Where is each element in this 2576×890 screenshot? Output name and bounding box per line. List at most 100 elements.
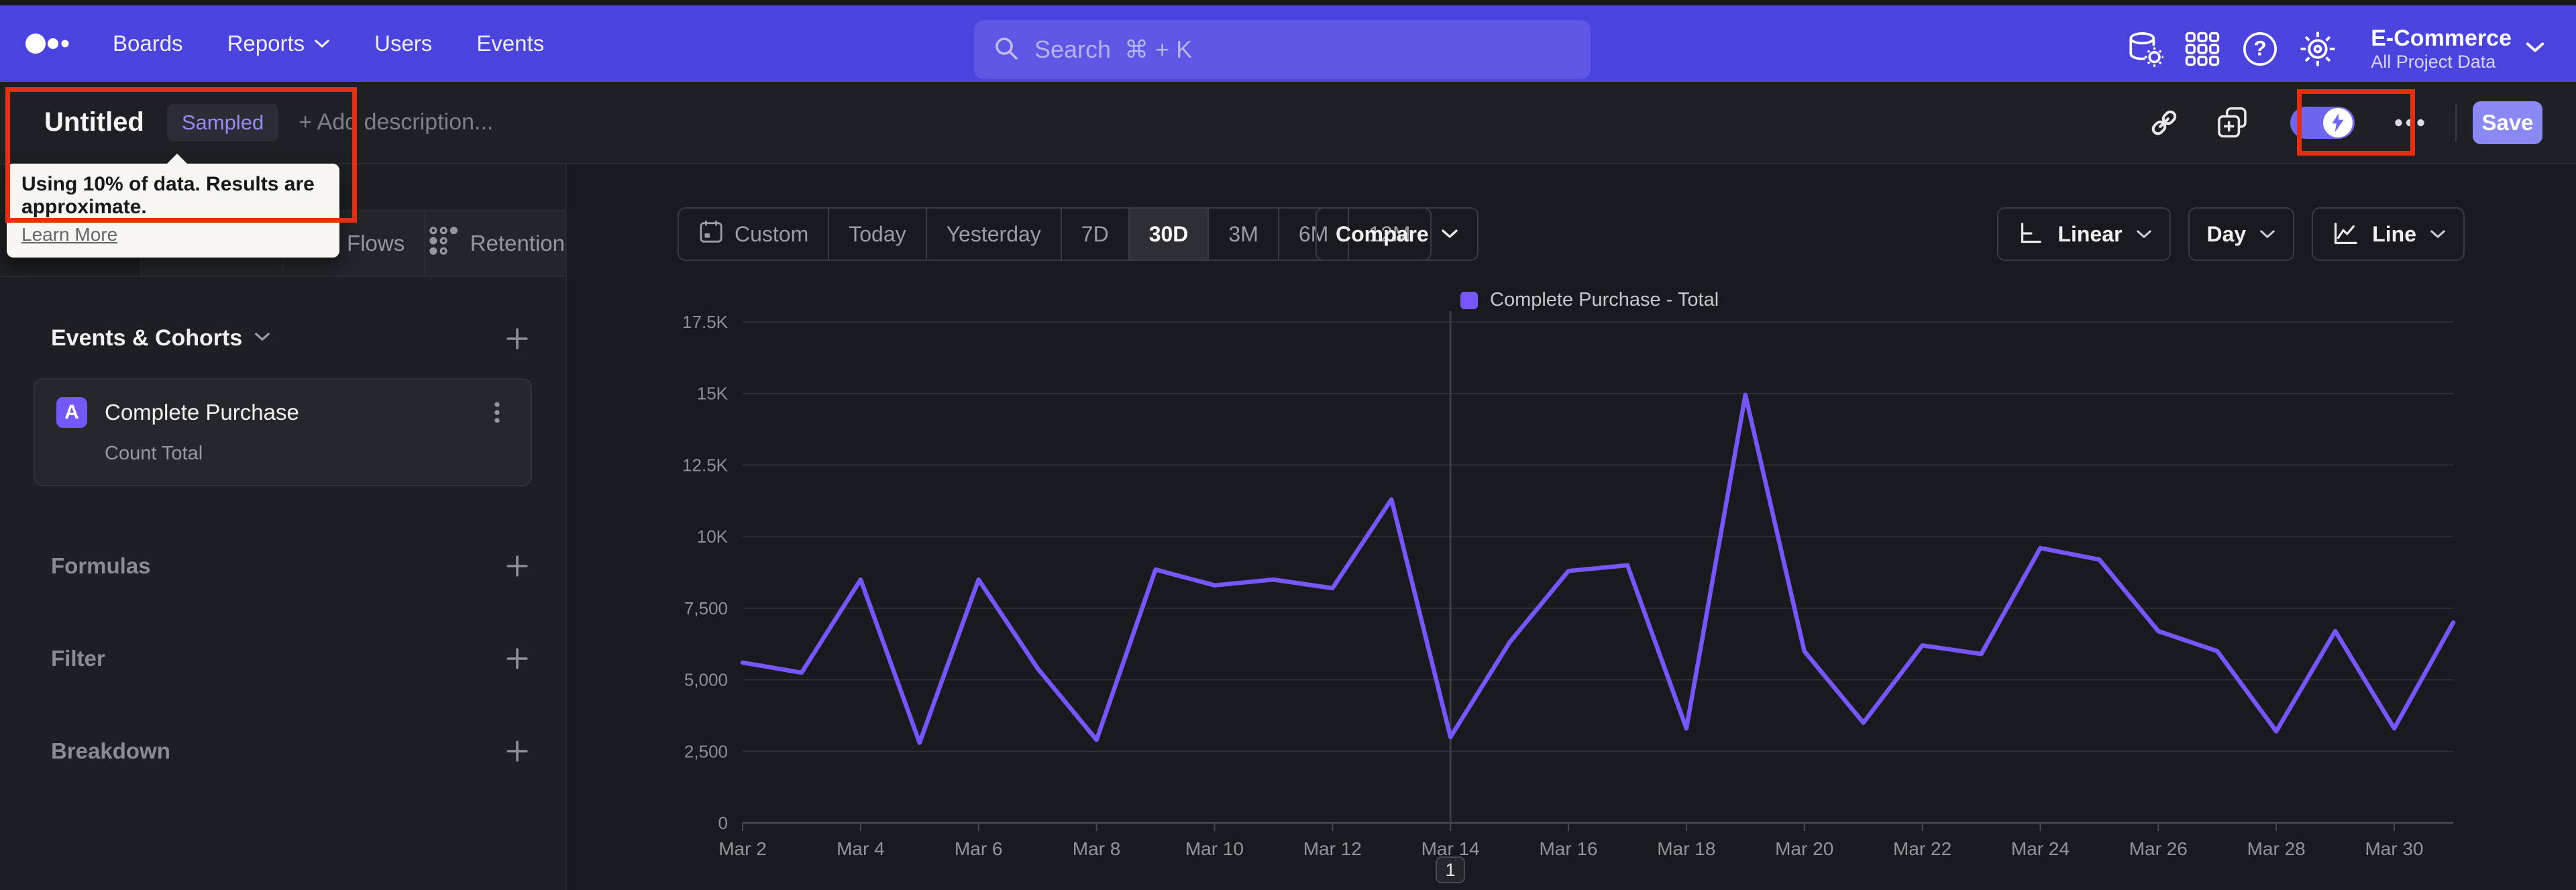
y-axis-label: 0	[718, 813, 728, 833]
chevron-down-icon[interactable]	[254, 332, 270, 345]
range-label: 3M	[1228, 221, 1258, 246]
more-options-icon[interactable]	[2392, 105, 2427, 140]
x-axis-label: Mar 8	[1073, 838, 1121, 859]
range-button-custom[interactable]: Custom	[679, 209, 828, 260]
event-name[interactable]: Complete Purchase	[105, 400, 299, 425]
chevron-down-icon	[2430, 229, 2445, 238]
svg-text:?: ?	[2254, 36, 2267, 60]
event-card[interactable]: A Complete Purchase Count Total	[34, 378, 532, 486]
section-filter: Filter	[51, 646, 529, 671]
query-builder-sidebar: InsightsFunnelsFlowsRetention Events & C…	[0, 164, 567, 890]
title-bar-actions: Save	[2147, 82, 2542, 163]
chevron-down-icon	[1442, 229, 1458, 238]
query-builder-content: Events & Cohorts A Complete Purchase Cou…	[0, 277, 566, 764]
data-series-line[interactable]	[740, 392, 2456, 745]
calendar-icon	[698, 219, 724, 249]
nav-item-users[interactable]: Users	[374, 31, 432, 56]
save-button[interactable]: Save	[2473, 101, 2542, 144]
compare-label: Compare	[1336, 221, 1429, 246]
search-icon	[991, 34, 1021, 66]
sampling-toggle[interactable]	[2290, 106, 2355, 139]
event-metric[interactable]: Count Total	[105, 443, 511, 465]
nav-item-reports[interactable]: Reports	[227, 31, 331, 56]
add-description-button[interactable]: + Add description...	[299, 109, 493, 135]
scale-dropdown[interactable]: Linear	[1997, 207, 2171, 261]
y-axis-label: 2,500	[684, 741, 728, 761]
line-chart[interactable]: 0 2,500 5,000 7,500 10K 12.5K 15K 17.5K Mar 2 Mar…	[672, 295, 2497, 885]
events-cohorts-label[interactable]: Events & Cohorts	[51, 325, 242, 351]
kebab-menu-icon[interactable]	[484, 398, 511, 427]
x-axis-label: Mar 10	[1185, 838, 1244, 859]
settings-gear-icon[interactable]	[2289, 30, 2347, 68]
chart-panel: Custom Today Yesterday 7D 30D 3M 6M 12M Compare…	[568, 164, 2576, 890]
section-label: Formulas	[51, 553, 151, 578]
x-axis-label: Mar 18	[1657, 838, 1715, 859]
sampled-badge[interactable]: Sampled	[166, 103, 279, 142]
retention-icon	[426, 224, 458, 263]
lightning-icon	[2323, 107, 2353, 137]
add-to-board-icon[interactable]	[2215, 105, 2250, 140]
chevron-down-icon	[2136, 229, 2151, 238]
mixpanel-logo-icon[interactable]	[24, 30, 71, 58]
range-button-7d[interactable]: 7D	[1060, 209, 1128, 260]
range-label: Yesterday	[946, 221, 1041, 246]
x-axis-label: Mar 12	[1303, 838, 1362, 859]
top-navigation-bar: BoardsReportsUsersEvents ? E-Commerce A	[0, 5, 2576, 82]
nav-item-events[interactable]: Events	[476, 31, 544, 56]
x-axis-label: Mar 30	[2365, 838, 2423, 859]
interval-dropdown[interactable]: Day	[2188, 207, 2295, 261]
help-icon[interactable]: ?	[2231, 30, 2289, 68]
chart-annotation-marker[interactable]: 1	[1436, 856, 1466, 883]
chart-type-dropdown[interactable]: Line	[2312, 207, 2465, 261]
y-axis-label: 7,500	[684, 598, 728, 618]
chart-view-controls: Linear Day Line	[1997, 207, 2465, 261]
range-button-yesterday[interactable]: Yesterday	[925, 209, 1061, 260]
project-name: E-Commerce	[2371, 25, 2512, 51]
interval-label: Day	[2206, 221, 2247, 246]
sampling-tooltip: Using 10% of data. Results are approxima…	[7, 154, 339, 258]
nav-menu: Boards Reports Users Events	[113, 31, 544, 56]
line-chart-icon	[2334, 223, 2358, 244]
x-axis-label: Mar 28	[2247, 838, 2306, 859]
nav-right-cluster: ? E-Commerce All Project Data	[2116, 11, 2545, 87]
data-settings-icon[interactable]	[2116, 30, 2174, 68]
nav-item-label: Boards	[113, 31, 183, 56]
query-sections: Formulas Filter Breakdown	[34, 553, 532, 764]
range-button-30d[interactable]: 30D	[1128, 209, 1208, 260]
tooltip-text: Using 10% of data. Results are approxima…	[21, 173, 315, 218]
range-button-3m[interactable]: 3M	[1208, 209, 1277, 260]
compare-button[interactable]: Compare	[1316, 207, 1479, 261]
apps-grid-icon[interactable]	[2174, 31, 2231, 67]
x-axis-label: Mar 26	[2129, 838, 2188, 859]
range-label: 30D	[1148, 221, 1189, 246]
events-cohorts-header: Events & Cohorts	[51, 325, 529, 351]
chevron-down-icon[interactable]	[2525, 42, 2545, 57]
nav-item-label: Users	[374, 31, 433, 56]
tab-label: Flows	[347, 231, 405, 256]
nav-item-boards[interactable]: Boards	[113, 31, 183, 56]
add-event-button[interactable]	[505, 327, 529, 351]
nav-item-label: Events	[476, 31, 545, 56]
link-icon[interactable]	[2147, 105, 2182, 140]
add-formulas-button[interactable]	[505, 554, 529, 578]
report-title[interactable]: Untitled	[44, 107, 144, 137]
section-breakdown: Breakdown	[51, 738, 529, 764]
x-axis-label: Mar 22	[1893, 838, 1951, 859]
range-label: 7D	[1081, 221, 1109, 246]
tab-retention[interactable]: Retention	[425, 211, 566, 276]
app-window: Boards Reports Users Events ? E-Commerce A	[0, 0, 2576, 890]
project-selector[interactable]: E-Commerce All Project Data	[2371, 25, 2512, 72]
add-filter-button[interactable]	[505, 647, 529, 671]
add-breakdown-button[interactable]	[505, 739, 529, 763]
divider	[2455, 103, 2457, 142]
search-input[interactable]	[1033, 35, 1573, 64]
chart-type-label: Line	[2372, 221, 2416, 246]
y-axis-label: 12.5K	[682, 455, 729, 475]
range-button-today[interactable]: Today	[828, 209, 925, 260]
search-box[interactable]	[974, 20, 1591, 79]
section-formulas: Formulas	[51, 553, 529, 579]
section-label: Filter	[51, 646, 105, 671]
chevron-down-icon	[2260, 229, 2275, 238]
learn-more-link[interactable]: Learn More	[21, 224, 117, 245]
y-axis-label: 17.5K	[682, 312, 729, 332]
